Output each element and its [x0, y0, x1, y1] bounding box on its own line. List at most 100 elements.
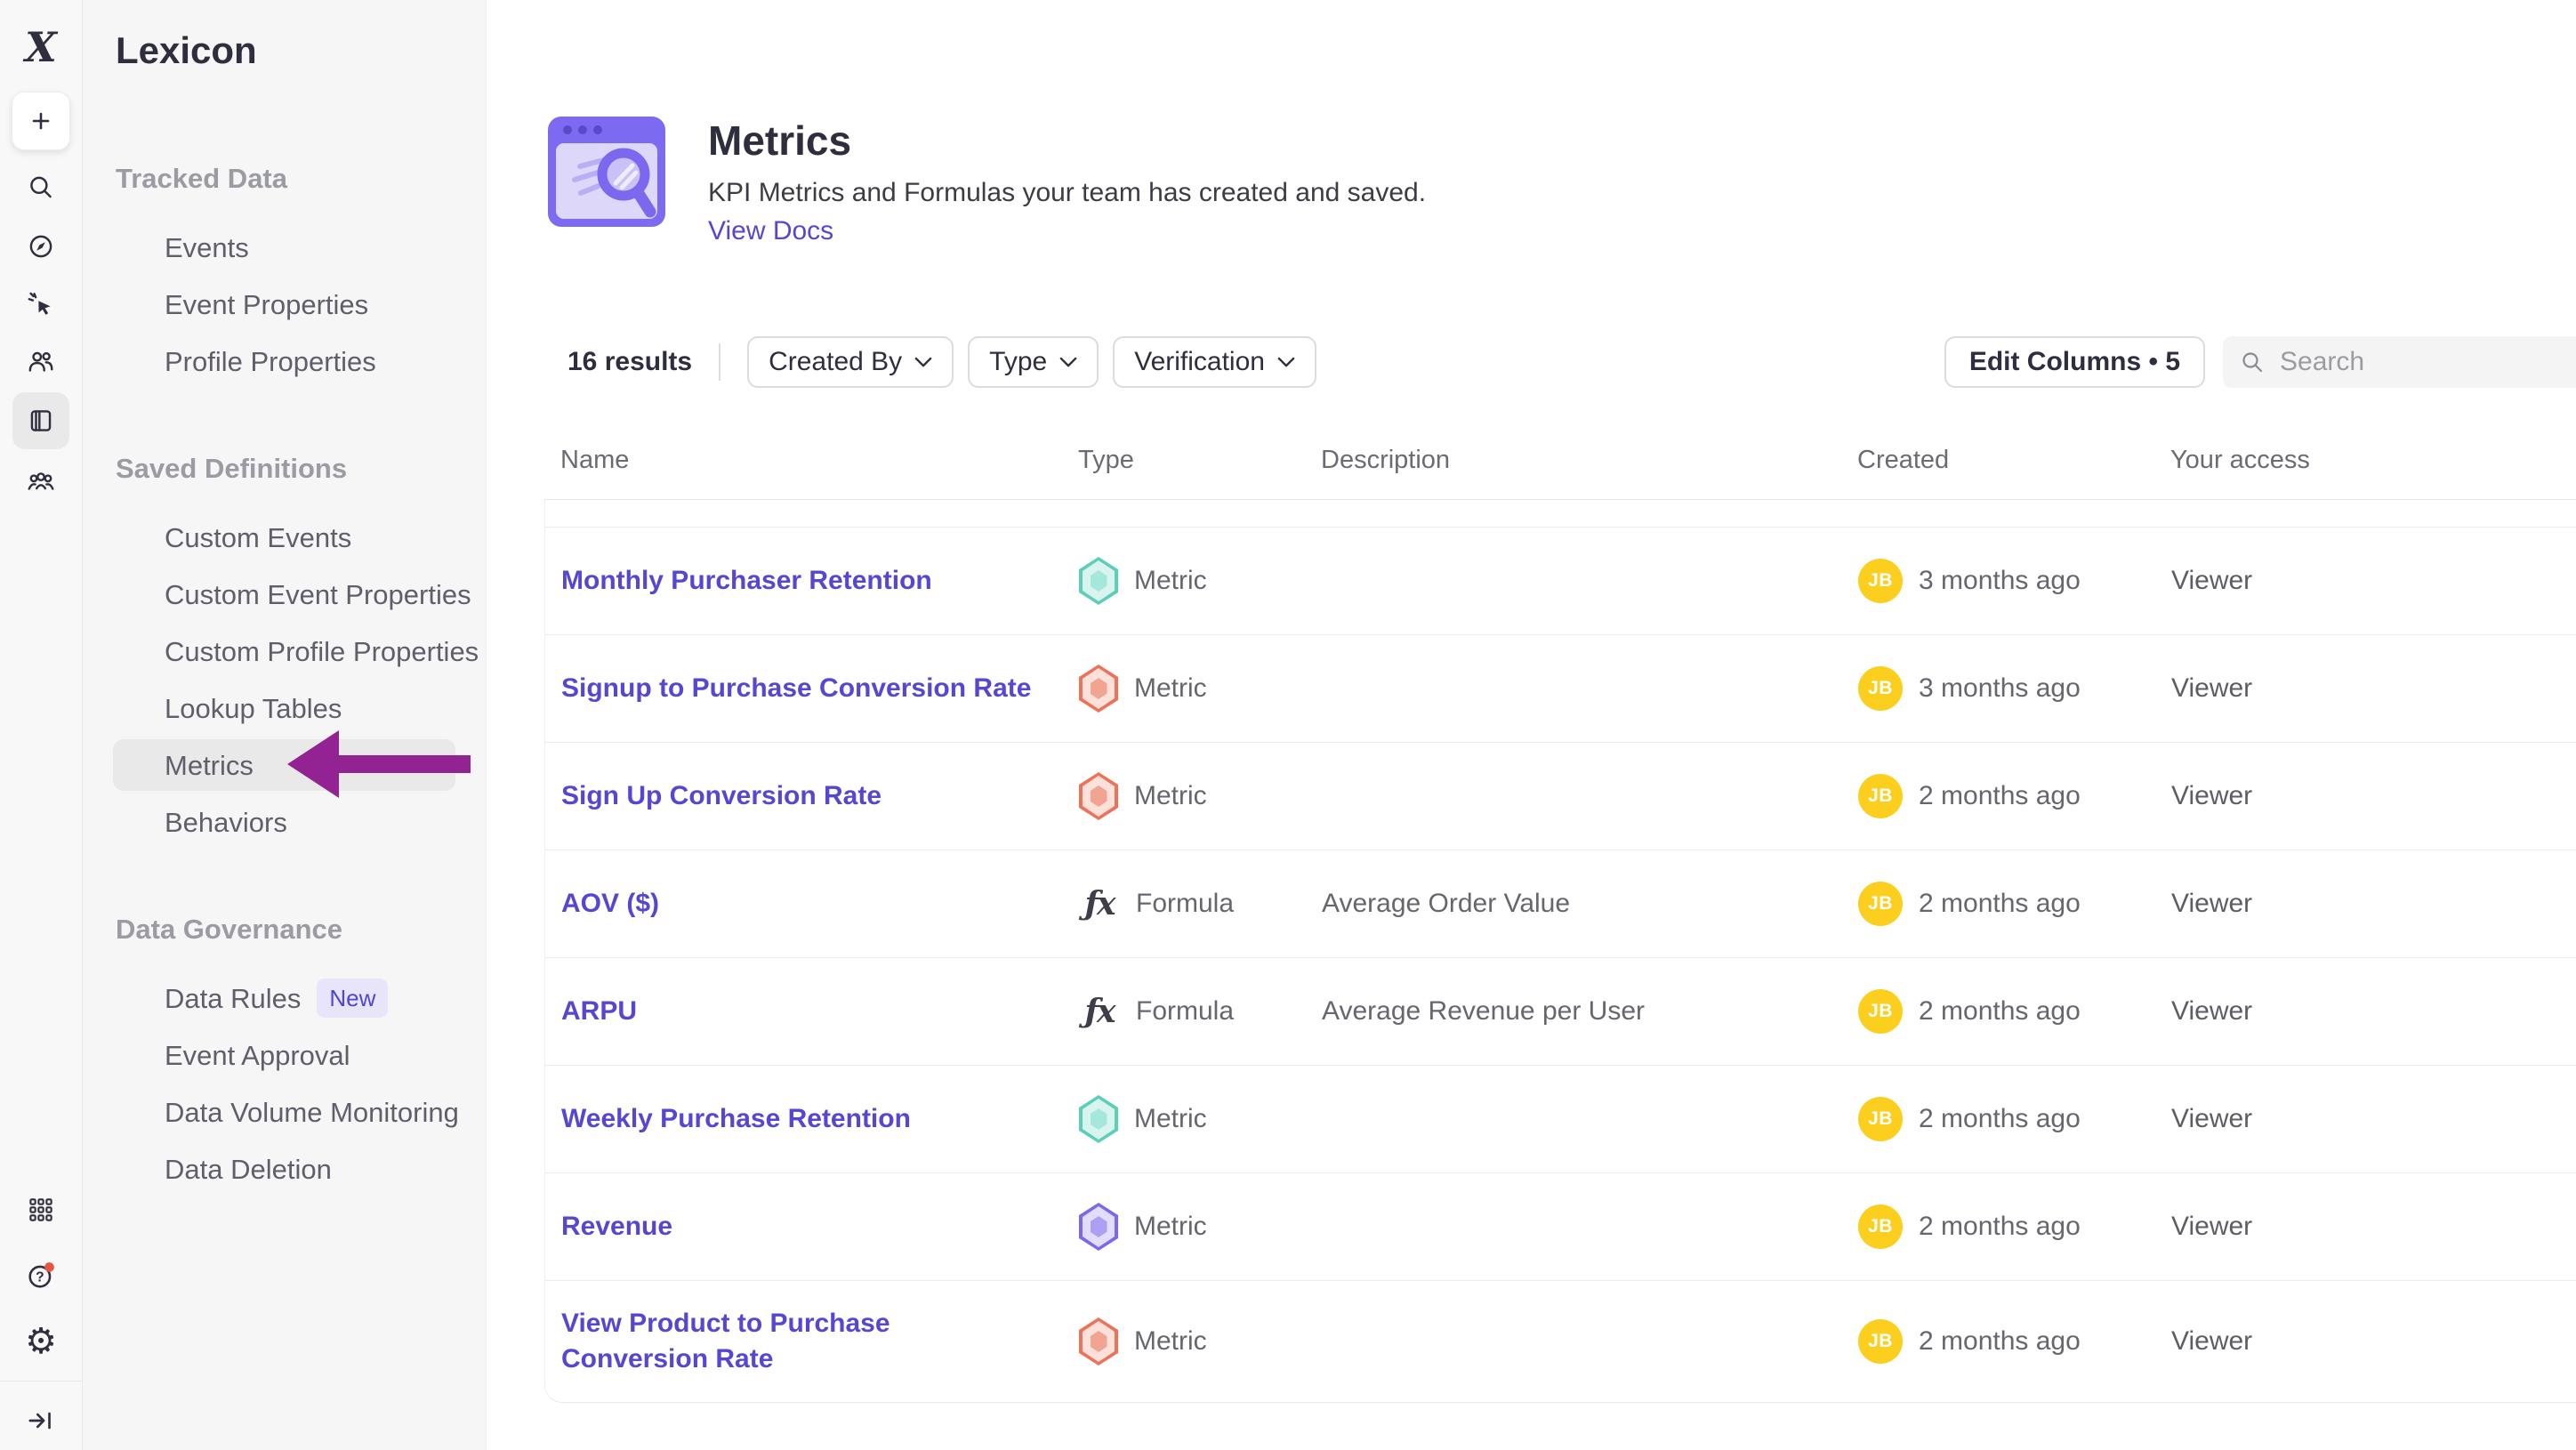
table-row[interactable]: Weekly Purchase Retention Metric JB 2 mo… — [545, 1066, 2576, 1173]
access-label: Viewer — [2171, 1104, 2576, 1134]
new-report-button[interactable] — [12, 92, 70, 150]
table-row[interactable]: Monthly Purchaser Retention Metric JB 3 … — [545, 528, 2576, 635]
metric-hexagon-icon — [1079, 557, 1118, 605]
access-label: Viewer — [2171, 1212, 2576, 1242]
created-label: 2 months ago — [1919, 996, 2081, 1027]
sidebar-item-events[interactable]: Events — [82, 220, 486, 277]
sidebar-item-metrics[interactable]: Metrics — [82, 737, 486, 794]
chevron-down-icon — [914, 357, 932, 368]
help-icon[interactable]: ? — [24, 1259, 58, 1293]
metric-name-link[interactable]: Weekly Purchase Retention — [561, 1104, 911, 1133]
creator-avatar: JB — [1858, 882, 1903, 926]
created-label: 2 months ago — [1919, 1212, 2081, 1242]
created-label: 3 months ago — [1919, 673, 2081, 704]
discover-compass-icon[interactable] — [25, 230, 57, 262]
sidebar-item-lookup-tables[interactable]: Lookup Tables — [82, 681, 486, 737]
chevron-down-icon — [1277, 357, 1295, 368]
metric-name-link[interactable]: Revenue — [561, 1212, 672, 1241]
column-header-name: Name — [544, 446, 1078, 475]
column-header-type: Type — [1078, 446, 1321, 475]
users-icon[interactable] — [25, 346, 57, 378]
metric-name-link[interactable]: Sign Up Conversion Rate — [561, 781, 881, 810]
section-tracked-data: Tracked Data — [82, 155, 486, 203]
metric-name-link[interactable]: AOV ($) — [561, 889, 659, 918]
rail-divider — [0, 1381, 82, 1382]
page-subtitle: KPI Metrics and Formulas your team has c… — [708, 177, 1426, 209]
results-count: 16 results — [568, 347, 692, 377]
table-row[interactable]: ARPU ƒx Formula Average Revenue per User… — [545, 958, 2576, 1066]
svg-text:?: ? — [36, 1270, 44, 1285]
table-row[interactable]: View Product to Purchase Conversion Rate… — [545, 1281, 2576, 1402]
search-input[interactable] — [2278, 346, 2576, 378]
creator-avatar: JB — [1858, 666, 1903, 711]
filter-created-by-button[interactable]: Created By — [747, 336, 954, 388]
type-label: Metric — [1134, 781, 1207, 811]
lexicon-metrics-page: X — [0, 0, 2576, 1450]
creator-avatar: JB — [1858, 989, 1903, 1034]
chevron-down-icon — [1059, 357, 1077, 368]
table-row[interactable]: AOV ($) ƒx Formula Average Order Value J… — [545, 850, 2576, 958]
page-header: Metrics KPI Metrics and Formulas your te… — [544, 111, 2576, 246]
sidebar-item-custom-event-properties[interactable]: Custom Event Properties — [82, 567, 486, 624]
table-row[interactable]: Signup to Purchase Conversion Rate Metri… — [545, 635, 2576, 743]
column-header-created: Created — [1857, 446, 2170, 475]
table-header-row: Name Type Description Created Your acces… — [544, 421, 2576, 500]
settings-gear-icon[interactable]: ⚙ — [25, 1324, 57, 1359]
description-cell: Average Revenue per User — [1322, 996, 1858, 1027]
metric-hexagon-icon — [1079, 1095, 1118, 1143]
lexicon-book-icon[interactable] — [12, 392, 69, 449]
sidebar-item-data-deletion[interactable]: Data Deletion — [82, 1141, 486, 1198]
metric-hexagon-icon — [1079, 1317, 1118, 1365]
created-label: 2 months ago — [1919, 1104, 2081, 1134]
metric-name-link[interactable]: View Product to Purchase Conversion Rate — [561, 1309, 890, 1373]
metric-name-link[interactable]: Monthly Purchaser Retention — [561, 566, 932, 595]
search-icon[interactable] — [25, 172, 57, 204]
sidebar-item-custom-events[interactable]: Custom Events — [82, 510, 486, 567]
access-label: Viewer — [2171, 1326, 2576, 1357]
table-toolbar: 16 results Created By Type Verification … — [544, 336, 2576, 388]
sidebar-item-event-approval[interactable]: Event Approval — [82, 1027, 486, 1084]
edit-columns-button[interactable]: Edit Columns • 5 — [1944, 336, 2205, 388]
metric-name-link[interactable]: Signup to Purchase Conversion Rate — [561, 673, 1031, 703]
section-data-governance: Data Governance — [82, 906, 486, 954]
sidebar-item-profile-properties[interactable]: Profile Properties — [82, 334, 486, 391]
creator-avatar: JB — [1858, 1319, 1903, 1364]
metrics-table: Name Type Description Created Your acces… — [544, 421, 2576, 1403]
table-row[interactable]: Revenue Metric JB 2 months ago Viewer — [545, 1173, 2576, 1281]
sidebar-item-data-rules[interactable]: Data RulesNew — [82, 971, 486, 1027]
sidebar-item-custom-profile-properties[interactable]: Custom Profile Properties — [82, 624, 486, 681]
collapse-sidebar-icon[interactable] — [25, 1405, 57, 1437]
new-badge: New — [317, 979, 388, 1018]
metric-name-link[interactable]: ARPU — [561, 996, 637, 1026]
created-label: 3 months ago — [1919, 566, 2081, 596]
type-label: Metric — [1134, 566, 1207, 596]
view-docs-link[interactable]: View Docs — [708, 216, 833, 246]
created-label: 2 months ago — [1919, 889, 2081, 919]
main-content: Metrics KPI Metrics and Formulas your te… — [486, 0, 2576, 1450]
table-row[interactable]: Sign Up Conversion Rate Metric JB 2 mont… — [545, 743, 2576, 850]
column-header-description: Description — [1321, 446, 1857, 475]
created-label: 2 months ago — [1919, 1326, 2081, 1357]
creator-avatar: JB — [1858, 1097, 1903, 1141]
column-header-your-access: Your access — [2170, 446, 2576, 475]
search-box — [2223, 336, 2576, 388]
sidebar-title: Lexicon — [82, 0, 486, 77]
type-label: Metric — [1134, 1326, 1207, 1357]
type-label: Metric — [1134, 673, 1207, 704]
lexicon-sidebar: Lexicon Tracked Data Events Event Proper… — [82, 0, 487, 1450]
metric-hexagon-icon — [1079, 1203, 1118, 1251]
page-title: Metrics — [708, 118, 1426, 163]
apps-grid-icon[interactable] — [25, 1194, 57, 1226]
formula-icon: ƒx — [1079, 993, 1120, 1030]
cohorts-icon[interactable] — [25, 465, 57, 497]
type-label: Formula — [1136, 889, 1234, 919]
filter-verification-button[interactable]: Verification — [1113, 336, 1316, 388]
filter-type-button[interactable]: Type — [968, 336, 1099, 388]
sidebar-item-data-volume-monitoring[interactable]: Data Volume Monitoring — [82, 1084, 486, 1141]
mixpanel-logo-icon[interactable]: X — [25, 23, 57, 71]
formula-icon: ƒx — [1079, 885, 1120, 922]
events-cursor-icon[interactable] — [25, 288, 57, 320]
sidebar-item-event-properties[interactable]: Event Properties — [82, 277, 486, 334]
sidebar-item-behaviors[interactable]: Behaviors — [82, 794, 486, 851]
toolbar-divider — [719, 343, 720, 381]
